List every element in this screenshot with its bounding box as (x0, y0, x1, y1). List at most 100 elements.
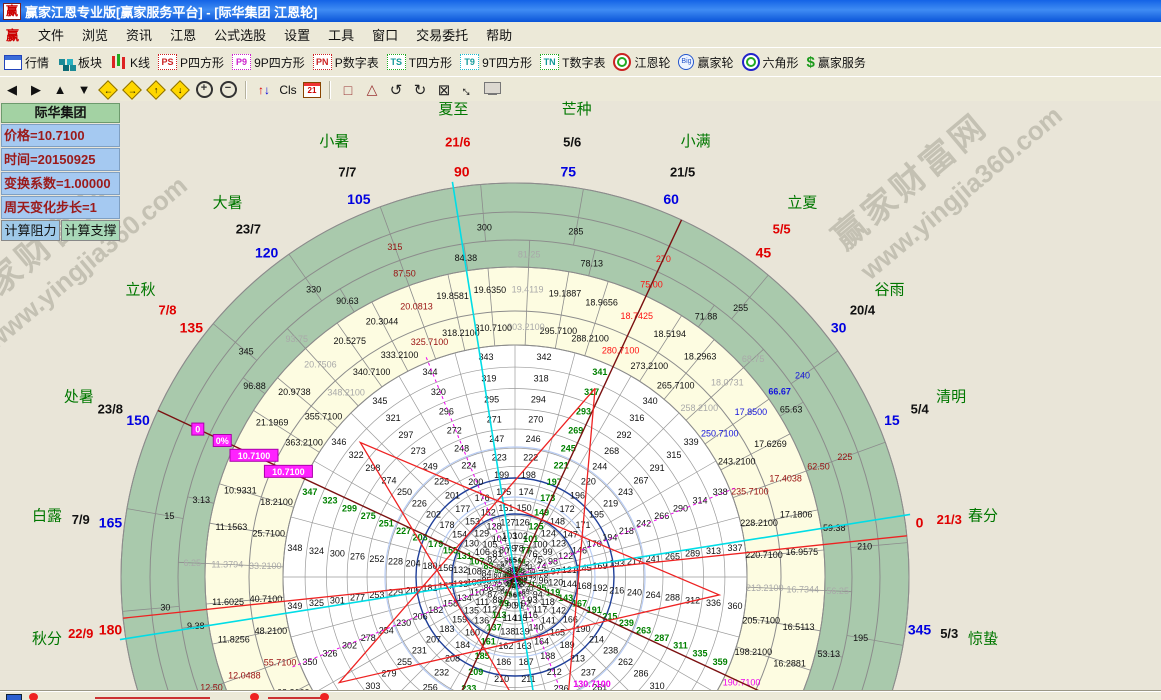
toolbutton-K线[interactable]: K线 (110, 54, 150, 71)
down-arrow-icon[interactable]: ▼ (75, 81, 93, 99)
toolbutton-六角形[interactable]: 六角形 (742, 53, 799, 71)
wheel-label: 238 (603, 645, 618, 655)
wheel-label: 0 (195, 425, 200, 435)
rotate-cw-icon[interactable]: ↻ (411, 81, 429, 99)
toolbutton-T四方形[interactable]: TST四方形 (387, 54, 452, 71)
clear-icon[interactable]: Cls (279, 81, 297, 99)
gann-wheel-canvas[interactable]: 1234567891011121314151617181920212223242… (0, 101, 1161, 691)
P四方形-icon: PS (158, 54, 177, 70)
wheel-label: 285 (568, 226, 583, 236)
wheel-label: 18.9656 (585, 297, 618, 307)
toolbutton-板块[interactable]: 板块 (57, 54, 102, 71)
prev-arrow-icon[interactable]: ◀ (3, 81, 21, 99)
toolbar-separator (329, 81, 331, 99)
toolbutton-P数字表[interactable]: PNP数字表 (313, 54, 379, 71)
wheel-label: 291 (650, 463, 665, 473)
toolbutton-9P四方形[interactable]: P99P四方形 (232, 54, 305, 71)
wheel-label: 71.88 (695, 312, 718, 322)
board-tool-icon[interactable] (483, 81, 501, 99)
up-arrow-icon[interactable]: ▲ (51, 81, 69, 99)
wheel-label: 340.7100 (353, 367, 391, 377)
wheel-label: 348 (287, 543, 302, 553)
rotate-ccw-icon[interactable]: ↺ (387, 81, 405, 99)
wheel-label: 320 (431, 387, 446, 397)
wheel-label: 春分 (968, 507, 998, 524)
menu-设置[interactable]: 设置 (275, 25, 319, 46)
wheel-label: 303.2100 (507, 322, 545, 332)
wheel-label: 276 (350, 551, 365, 561)
calc-resistance-button[interactable]: 计算阻力 (1, 220, 60, 241)
menu-交易委托[interactable]: 交易委托 (407, 25, 477, 46)
toolbutton-9T四方形[interactable]: T99T四方形 (460, 54, 532, 71)
wheel-label: 18.2100 (260, 497, 293, 507)
shift-down-icon[interactable]: ↓ (171, 81, 189, 99)
wheel-label: 287 (654, 633, 669, 643)
zoom-out-icon[interactable]: − (219, 81, 237, 99)
wheel-label: 210 (857, 541, 872, 551)
menu-浏览[interactable]: 浏览 (73, 25, 117, 46)
menu-窗口[interactable]: 窗口 (363, 25, 407, 46)
shift-left-icon[interactable]: ← (99, 81, 117, 99)
toolbutton-行情[interactable]: 行情 (4, 54, 49, 71)
menu-文件[interactable]: 文件 (29, 25, 73, 46)
next-arrow-icon[interactable]: ▶ (27, 81, 45, 99)
calendar-icon[interactable]: 21 (303, 81, 321, 99)
menu-帮助[interactable]: 帮助 (477, 25, 521, 46)
wheel-label: 惊蛰 (968, 631, 998, 648)
wheel-label: 68.75 (742, 354, 765, 364)
calc-support-button[interactable]: 计算支撑 (61, 220, 120, 241)
menu-工具[interactable]: 工具 (319, 25, 363, 46)
行情-icon (4, 55, 22, 70)
menu-公式选股[interactable]: 公式选股 (205, 25, 275, 46)
wheel-label: 226 (412, 499, 427, 509)
delete-box-icon[interactable]: ⊠ (435, 81, 453, 99)
wheel-label: 290 (673, 503, 688, 513)
wheel-label: 148 (550, 517, 565, 527)
window-title: 赢家江恩专业版[赢家服务平台] - [际华集团 江恩轮] (25, 2, 317, 21)
scale-tool-icon[interactable]: ↔ (455, 77, 480, 102)
zoom-in-icon[interactable]: + (195, 81, 213, 99)
triangle-tool-icon[interactable]: △ (363, 81, 381, 99)
wheel-label: 135 (180, 320, 204, 336)
toolbutton-江恩轮[interactable]: 江恩轮 (613, 53, 670, 71)
toolbutton-label: 9P四方形 (254, 54, 305, 71)
wheel-label: 20.9738 (278, 387, 311, 397)
rect-tool-icon[interactable]: □ (339, 81, 357, 99)
menu-资讯[interactable]: 资讯 (117, 25, 161, 46)
wheel-label: 157 (438, 581, 453, 591)
toolbutton-赢家服务[interactable]: $赢家服务 (807, 54, 866, 71)
wheel-label: 清明 (936, 388, 966, 405)
wheel-label: 93.75 (286, 334, 309, 344)
toolbutton-P四方形[interactable]: PSP四方形 (158, 54, 224, 71)
wheel-label: 313 (706, 546, 721, 556)
wheel-label: 12.50 (200, 682, 223, 691)
status-line (95, 697, 210, 699)
wheel-label: 137 (486, 623, 501, 633)
updown-marks-icon[interactable]: ↑↓ (255, 81, 273, 99)
panel-field: 变换系数=1.00000 (1, 172, 120, 195)
wheel-label: 345 (908, 621, 932, 637)
shift-up-icon[interactable]: ↑ (147, 81, 165, 99)
wheel-label: 150 (517, 503, 532, 513)
wheel-label: 199 (494, 470, 509, 480)
wheel-label: 268 (604, 446, 619, 456)
menu-江恩[interactable]: 江恩 (161, 25, 205, 46)
wheel-label: 299 (342, 503, 357, 513)
toolbutton-赢家轮[interactable]: Big赢家轮 (678, 54, 733, 71)
wheel-label: 286 (633, 669, 648, 679)
wheel-label: 295.7100 (540, 326, 578, 336)
shift-right-icon[interactable]: → (123, 81, 141, 99)
wheel-label: 180 (99, 621, 123, 637)
wheel-label: 273 (411, 446, 426, 456)
wheel-label: 87.50 (393, 268, 416, 278)
wheel-label: 21/6 (445, 135, 470, 150)
toolbutton-label: 赢家轮 (697, 54, 733, 71)
wheel-label: 178 (439, 520, 454, 530)
wheel-label: 11.1563 (215, 522, 247, 532)
toolbutton-T数字表[interactable]: TNT数字表 (540, 54, 605, 71)
toolbutton-label: 六角形 (763, 54, 799, 71)
wheel-label: 19.6350 (474, 285, 507, 295)
wheel-label: 144 (562, 579, 577, 589)
wheel-label: 20.3044 (366, 317, 399, 327)
wheel-label: 20.5275 (334, 336, 367, 346)
